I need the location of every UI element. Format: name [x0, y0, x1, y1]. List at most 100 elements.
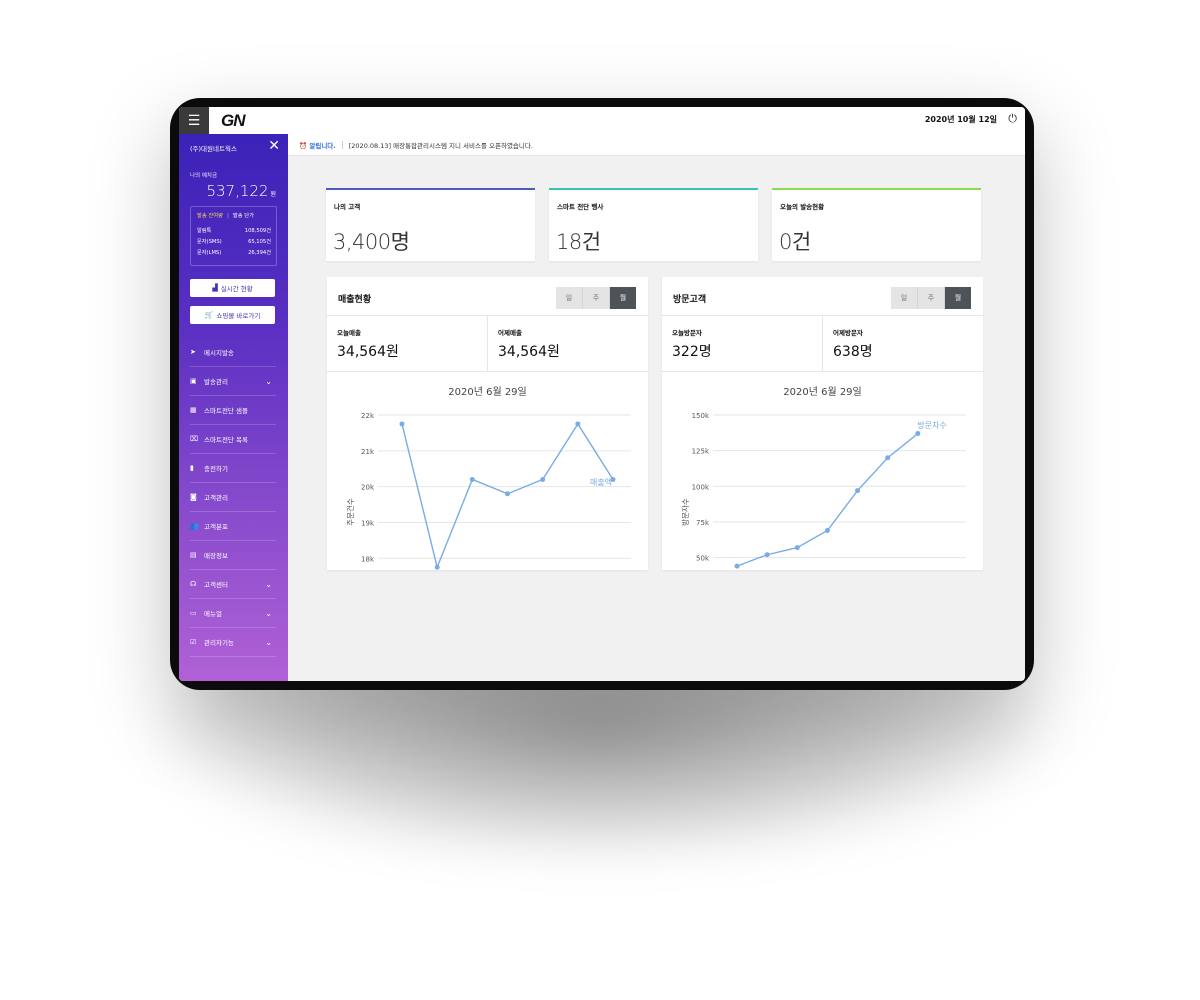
close-icon[interactable]: ✕	[268, 139, 280, 153]
shop-shortcut-button[interactable]: 🛒 쇼핑몰 바로가기	[190, 306, 275, 324]
series-label: 매출액	[590, 477, 612, 487]
period-week-button[interactable]: 주	[583, 287, 610, 309]
notice-bar: ⏰ 알립니다. [2020.08.13] 매장통합관리시스템 지니 서비스를 오…	[288, 134, 1025, 156]
balance-value: 26,394건	[248, 250, 271, 256]
sidebar-item-customers[interactable]: ◙ 고객관리	[190, 483, 276, 512]
stat-card-customers[interactable]: 나의 고객 3,400명	[326, 188, 535, 261]
send-icon: ➤	[190, 348, 196, 356]
sidebar-item-support[interactable]: ☊ 고객센터 ⌄	[190, 570, 276, 599]
balance-box: 발송 잔여량 | 발송 단가 알림톡 108,509건 문자(SMS) 65,105…	[190, 206, 277, 266]
period-month-button[interactable]: 월	[945, 287, 971, 309]
balance-row: 알림톡 108,509건	[197, 227, 271, 234]
stat-label: 오늘방문자	[672, 329, 702, 337]
chevron-down-icon: ⌄	[265, 637, 272, 647]
y-tick-label: 21k	[361, 448, 375, 456]
y-tick-label: 22k	[361, 412, 375, 420]
tablet-frame: ☰ GN 2020년 10월 12일 ⏻ (주)대원네트웍스 ✕ 나의 예치금 …	[170, 98, 1034, 690]
tab-remaining[interactable]: 발송 잔여량	[197, 213, 223, 219]
sidebar-item-send-manage[interactable]: ▣ 발송관리 ⌄	[190, 367, 276, 396]
sidebar-item-label: 고객센터	[204, 581, 228, 589]
data-point	[885, 455, 891, 461]
period-month-button[interactable]: 월	[610, 287, 636, 309]
sidebar-item-store-info[interactable]: ▤ 매장정보	[190, 541, 276, 570]
sidebar-item-label: 메뉴얼	[204, 610, 222, 618]
deposit-label: 나의 예치금	[190, 173, 218, 179]
stat-value: 34,564원	[498, 344, 560, 360]
notice-divider	[341, 140, 343, 149]
deposit-value: 537,122 원	[206, 182, 276, 200]
notice-tag: ⏰ 알립니다.	[299, 140, 336, 150]
sales-chart: 2020년 6월 29일 18k 19k 20k 21k 22k 주문건수 매출액	[327, 371, 648, 570]
notice-message[interactable]: [2020.08.13] 매장통합관리시스템 지니 서비스를 오픈하였습니다.	[349, 140, 533, 150]
sidebar-item-label: 고객관리	[204, 494, 228, 502]
sample-icon: ▦	[190, 406, 197, 414]
y-tick-label: 18k	[361, 555, 375, 563]
stat-value: 34,564원	[337, 344, 399, 360]
period-day-button[interactable]: 일	[891, 287, 918, 309]
stat-label: 어제매출	[498, 329, 522, 337]
stat-card-flyer-events[interactable]: 스마트 전단 행사 18건	[549, 188, 758, 261]
sales-stats: 오늘매출 34,564원 어제매출 34,564원	[327, 315, 648, 372]
period-day-button[interactable]: 일	[556, 287, 583, 309]
shop-shortcut-label: 쇼핑몰 바로가기	[216, 312, 261, 320]
stat-label: 오늘매출	[337, 329, 361, 337]
y-tick-label: 75k	[696, 519, 710, 527]
card-title: 스마트 전단 행사	[557, 203, 604, 211]
deposit-amount: 537,122	[206, 182, 269, 200]
balance-row: 문자(SMS) 65,105건	[197, 238, 271, 245]
visitor-stats: 오늘방문자 322명 어제방문자 638명	[662, 315, 983, 372]
sidebar-item-flyer-list[interactable]: ⌧ 스마트전단 목록	[190, 425, 276, 454]
sidebar-nav: ➤ 메시지발송 ▣ 발송관리 ⌄ ▦ 스마트전단 샘플 ⌧ 스마트전단 목록 ▮…	[190, 338, 276, 657]
data-point	[824, 528, 830, 533]
balance-label: 문자(LMS)	[197, 250, 222, 256]
sidebar-item-admin[interactable]: ☑ 관리자기능 ⌄	[190, 628, 276, 657]
period-toggle: 일 주 월	[556, 287, 636, 309]
stat-value: 638명	[833, 344, 873, 360]
sales-line-chart: 18k 19k 20k 21k 22k 주문건수 매출액	[345, 412, 631, 570]
sidebar-item-manual[interactable]: ▭ 메뉴얼 ⌄	[190, 599, 276, 628]
sidebar-item-label: 매장정보	[204, 552, 228, 560]
bar-chart-icon: ▟	[212, 284, 218, 292]
card-title: 나의 고객	[334, 203, 361, 211]
deposit-unit: 원	[270, 191, 276, 198]
chart-title: 2020년 6월 29일	[448, 387, 527, 398]
top-bar: ☰ GN 2020년 10월 12일 ⏻	[179, 107, 1025, 135]
stat-card-today-sends[interactable]: 오늘의 발송현황 0건	[772, 188, 981, 261]
panel-title: 매출현황	[338, 295, 372, 305]
stat-yesterday-sales: 어제매출 34,564원	[487, 316, 648, 371]
data-point	[734, 563, 740, 569]
sidebar-item-distribution[interactable]: 👥 고객분포	[190, 512, 276, 541]
sidebar-item-label: 관리자기능	[204, 639, 234, 647]
y-tick-label: 100k	[692, 483, 710, 491]
y-tick-label: 150k	[692, 412, 710, 420]
logo[interactable]: GN	[221, 111, 245, 131]
card-accent-line	[326, 188, 535, 190]
menu-icon[interactable]: ☰	[179, 107, 209, 134]
power-icon[interactable]: ⏻	[1008, 112, 1017, 126]
id-card-icon: ▣	[190, 377, 197, 385]
chart-title: 2020년 6월 29일	[783, 387, 862, 398]
realtime-status-button[interactable]: ▟ 실시간 현황	[190, 279, 275, 297]
data-point	[505, 491, 510, 497]
sidebar-item-label: 메시지발송	[204, 349, 234, 357]
store-icon: ▤	[190, 551, 197, 559]
headset-icon: ☊	[190, 580, 197, 588]
data-point	[764, 552, 770, 558]
alarm-icon: ⏰	[299, 141, 308, 150]
cart-icon: 🛒	[204, 311, 214, 319]
monitor-icon: ▭	[190, 609, 197, 617]
sidebar-item-charge[interactable]: ▮ 충전하기	[190, 454, 276, 483]
tab-unit-price[interactable]: 발송 단가	[233, 213, 254, 219]
sidebar-item-send-message[interactable]: ➤ 메시지발송	[190, 338, 276, 367]
period-week-button[interactable]: 주	[918, 287, 945, 309]
chevron-down-icon: ⌄	[265, 608, 272, 618]
balance-label: 알림톡	[197, 228, 212, 234]
y-axis-label: 방문자수	[680, 498, 690, 526]
card-title: 오늘의 발송현황	[780, 203, 825, 211]
sidebar-item-flyer-sample[interactable]: ▦ 스마트전단 샘플	[190, 396, 276, 425]
sidebar-item-label: 발송관리	[204, 378, 228, 386]
balance-label: 문자(SMS)	[197, 239, 222, 245]
stat-value: 322명	[672, 344, 712, 360]
data-point	[540, 476, 546, 482]
data-point	[915, 431, 921, 437]
